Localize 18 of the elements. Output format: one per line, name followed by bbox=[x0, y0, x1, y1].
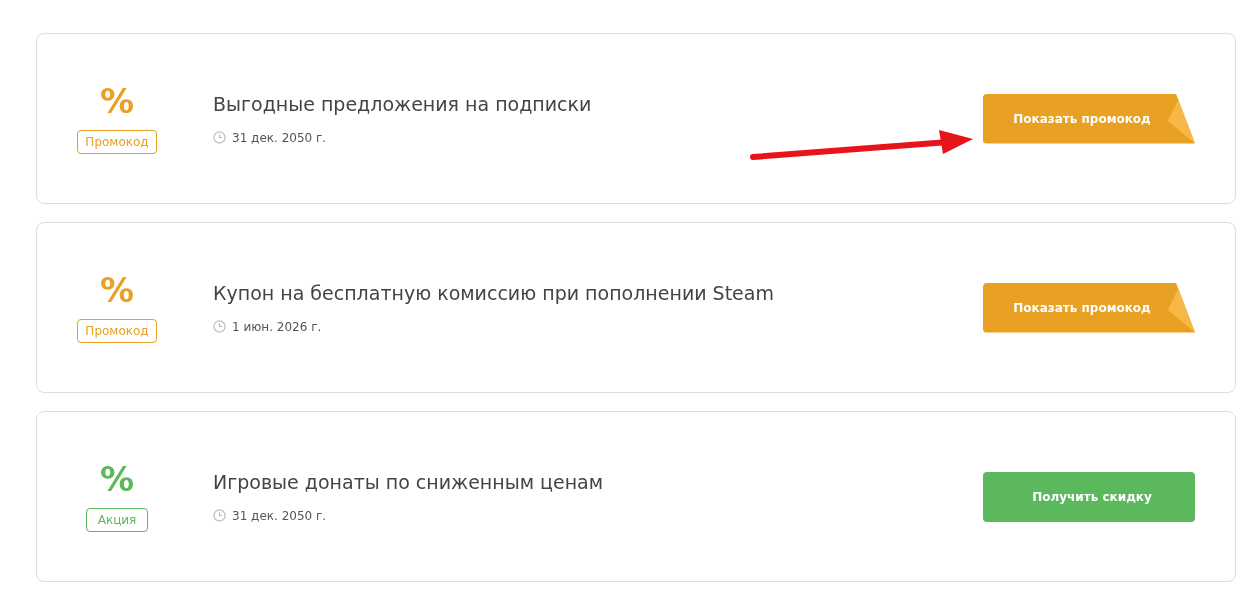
show-promo-button[interactable]: Показать промокод bbox=[983, 282, 1195, 333]
offer-title: Выгодные предложения на подписки bbox=[213, 92, 593, 115]
percent-sign: % bbox=[99, 83, 135, 118]
offer-title: Купон на бесплатную комиссию при пополнении Steam bbox=[213, 281, 775, 304]
percent-sign: % bbox=[99, 461, 135, 496]
get-discount-button[interactable]: Получить скидку bbox=[983, 471, 1195, 522]
offer-type-label: Промокод bbox=[77, 129, 157, 154]
expiry-date: 31 дек. 2050 г. bbox=[232, 130, 327, 145]
clock-icon bbox=[213, 131, 226, 144]
offer-type-label: Акция bbox=[86, 507, 148, 532]
offer-title: Игровые донаты по сниженным ценам bbox=[213, 470, 605, 493]
clock-icon bbox=[213, 320, 226, 333]
percent-sign: % bbox=[99, 272, 135, 307]
offer-type-label: Промокод bbox=[77, 318, 157, 343]
show-promo-button[interactable]: Показать промокод bbox=[983, 93, 1195, 144]
expiry-date: 31 дек. 2050 г. bbox=[232, 508, 327, 523]
clock-icon bbox=[213, 509, 226, 522]
expiry-date: 1 июн. 2026 г. bbox=[232, 319, 322, 334]
